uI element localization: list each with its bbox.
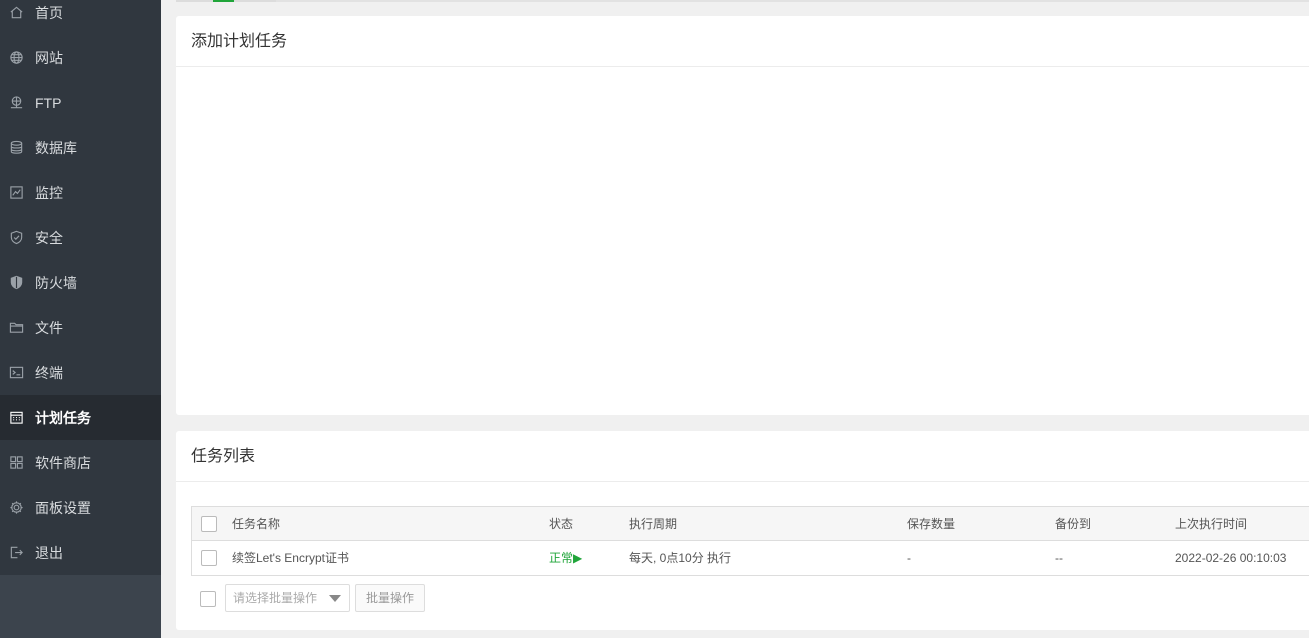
- sidebar-item-database[interactable]: 数据库: [0, 125, 161, 170]
- sidebar-item-cron[interactable]: 计划任务: [0, 395, 161, 440]
- task-last-run: 2022-02-26 00:10:03: [1175, 551, 1287, 565]
- sidebar-item-label: 计划任务: [35, 409, 91, 426]
- sidebar-item-logout[interactable]: 退出: [0, 530, 161, 575]
- folder-icon: [8, 320, 24, 336]
- table-row: 续签Let's Encrypt证书 正常▶ 每天, 0点10分 执行 - -- …: [192, 541, 1309, 575]
- globe-icon: [8, 50, 24, 66]
- ftp-icon: [8, 95, 24, 111]
- batch-select-all-checkbox[interactable]: [200, 591, 216, 607]
- sidebar-item-label: 退出: [35, 544, 63, 561]
- table-header-row: 任务名称 状态 执行周期 保存数量 备份到 上次执行时间: [192, 507, 1309, 541]
- sidebar-item-label: FTP: [35, 94, 62, 111]
- task-cycle: 每天, 0点10分 执行: [629, 551, 732, 565]
- sidebar-item-firewall[interactable]: 防火墙: [0, 260, 161, 305]
- monitor-icon: [8, 185, 24, 201]
- shield-check-icon: [8, 230, 24, 246]
- column-header-status[interactable]: 状态: [549, 507, 573, 541]
- sidebar-item-ftp[interactable]: FTP: [0, 80, 161, 125]
- sidebar-item-label: 安全: [35, 229, 63, 246]
- sidebar-item-label: 软件商店: [35, 454, 91, 471]
- column-header-cycle[interactable]: 执行周期: [629, 507, 677, 541]
- apps-grid-icon: [8, 455, 24, 471]
- column-header-last-run[interactable]: 上次执行时间: [1175, 507, 1247, 541]
- task-name[interactable]: 续签Let's Encrypt证书: [232, 541, 349, 575]
- database-icon: [8, 140, 24, 156]
- sidebar-item-label: 监控: [35, 184, 63, 201]
- active-tab-indicator: [213, 0, 234, 2]
- sidebar-item-label: 首页: [35, 4, 63, 21]
- sidebar-item-app-store[interactable]: 软件商店: [0, 440, 161, 485]
- select-all-checkbox[interactable]: [201, 516, 217, 532]
- sidebar-menu: 首页 网站 FTP 数据库 监控 安全 防火墙 文件 终端 计划任务 软件商店 …: [0, 0, 161, 575]
- sidebar-item-label: 面板设置: [35, 499, 91, 516]
- home-icon: [8, 5, 24, 21]
- sidebar-item-website[interactable]: 网站: [0, 35, 161, 80]
- add-task-panel: 添加计划任务: [176, 16, 1309, 415]
- sidebar-item-security[interactable]: 安全: [0, 215, 161, 260]
- calendar-icon: [8, 410, 24, 426]
- sidebar-item-label: 网站: [35, 49, 63, 66]
- batch-operation-select[interactable]: 请选择批量操作: [225, 584, 350, 612]
- task-list-panel: 任务列表 任务名称 状态 执行周期 保存数量 备份到 上次执行时间 续签Let'…: [176, 431, 1309, 630]
- gear-icon: [8, 500, 24, 516]
- batch-select-placeholder: 请选择批量操作: [233, 591, 318, 605]
- task-table: 任务名称 状态 执行周期 保存数量 备份到 上次执行时间 续签Let's Enc…: [191, 506, 1309, 576]
- terminal-icon: [8, 365, 24, 381]
- task-status[interactable]: 正常▶: [549, 541, 582, 575]
- row-checkbox[interactable]: [201, 550, 217, 566]
- sidebar-item-label: 文件: [35, 319, 63, 336]
- add-task-title: 添加计划任务: [176, 16, 1309, 67]
- batch-operation-button[interactable]: 批量操作: [355, 584, 425, 612]
- firewall-shield-icon: [8, 275, 24, 291]
- column-header-backup-to[interactable]: 备份到: [1055, 507, 1091, 541]
- column-header-name[interactable]: 任务名称: [232, 507, 280, 541]
- sidebar: 首页 网站 FTP 数据库 监控 安全 防火墙 文件 终端 计划任务 软件商店 …: [0, 0, 161, 638]
- task-save-count: -: [907, 551, 911, 565]
- sidebar-item-label: 数据库: [35, 139, 77, 156]
- sidebar-item-terminal[interactable]: 终端: [0, 350, 161, 395]
- column-header-save-count[interactable]: 保存数量: [907, 507, 955, 541]
- sidebar-item-label: 防火墙: [35, 274, 77, 291]
- chevron-down-icon: [329, 595, 341, 602]
- sidebar-item-label: 终端: [35, 364, 63, 381]
- sidebar-item-files[interactable]: 文件: [0, 305, 161, 350]
- logout-icon: [8, 545, 24, 561]
- sidebar-item-home[interactable]: 首页: [0, 0, 161, 35]
- sidebar-item-monitor[interactable]: 监控: [0, 170, 161, 215]
- task-list-title: 任务列表: [176, 431, 1309, 482]
- top-tab-strip: [176, 0, 1309, 2]
- sidebar-item-panel-settings[interactable]: 面板设置: [0, 485, 161, 530]
- task-backup-to: --: [1055, 551, 1063, 565]
